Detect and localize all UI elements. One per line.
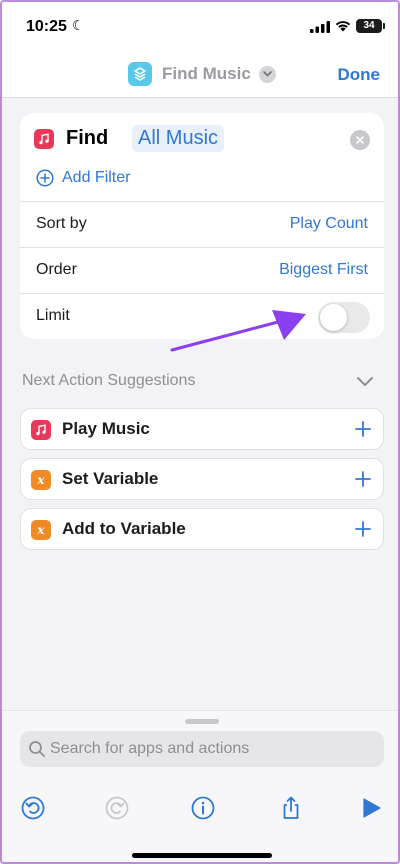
info-icon[interactable] bbox=[190, 795, 216, 821]
search-input[interactable]: Search for apps and actions bbox=[20, 731, 384, 767]
suggestion-add-to-variable[interactable]: x Add to Variable bbox=[20, 508, 384, 550]
plus-circle-icon bbox=[36, 169, 54, 187]
chevron-down-icon bbox=[258, 65, 276, 83]
plus-icon[interactable] bbox=[353, 519, 373, 539]
limit-toggle[interactable] bbox=[318, 302, 370, 333]
suggestions-heading: Next Action Suggestions bbox=[22, 372, 196, 389]
suggestion-set-variable[interactable]: x Set Variable bbox=[20, 458, 384, 500]
sort-by-row[interactable]: Sort by Play Count bbox=[20, 201, 384, 247]
annotation-arrow-icon bbox=[170, 310, 306, 352]
plus-icon[interactable] bbox=[353, 419, 373, 439]
home-indicator bbox=[132, 853, 272, 858]
moon-icon: ☾ bbox=[72, 17, 85, 33]
music-source-token[interactable]: All Music bbox=[132, 125, 225, 152]
sort-by-label: Sort by bbox=[36, 215, 87, 232]
suggestion-label: Add to Variable bbox=[62, 519, 186, 538]
done-button[interactable]: Done bbox=[338, 65, 381, 85]
sheet-grabber[interactable] bbox=[185, 719, 219, 724]
sort-by-value[interactable]: Play Count bbox=[290, 215, 368, 233]
battery-icon: 34 bbox=[356, 19, 385, 33]
remove-action-button[interactable] bbox=[350, 130, 370, 150]
shortcut-title-menu[interactable]: Find Music bbox=[128, 61, 276, 87]
wifi-icon bbox=[335, 21, 351, 32]
add-filter-label: Add Filter bbox=[62, 169, 131, 186]
find-header: Find All Music Add Filter bbox=[20, 113, 384, 201]
undo-icon[interactable] bbox=[20, 795, 46, 821]
suggestion-play-music[interactable]: Play Music bbox=[20, 408, 384, 450]
status-time: 10:25 bbox=[26, 18, 67, 35]
chevron-down-icon[interactable] bbox=[356, 374, 374, 388]
variable-icon: x bbox=[31, 520, 51, 540]
limit-label: Limit bbox=[36, 307, 70, 324]
toggle-knob bbox=[320, 304, 347, 331]
music-note-icon bbox=[31, 420, 51, 440]
add-filter-button[interactable]: Add Filter bbox=[36, 169, 130, 187]
screen: 10:25 ☾ 34 Find Music Done Find All Musi… bbox=[0, 0, 400, 864]
status-bar: 10:25 ☾ 34 bbox=[2, 2, 398, 52]
cellular-signal-icon bbox=[310, 21, 330, 33]
find-verb: Find bbox=[66, 127, 109, 149]
order-label: Order bbox=[36, 261, 77, 278]
run-play-icon[interactable] bbox=[358, 795, 384, 821]
order-value[interactable]: Biggest First bbox=[279, 261, 368, 279]
plus-icon[interactable] bbox=[353, 469, 373, 489]
search-placeholder: Search for apps and actions bbox=[50, 740, 250, 757]
action-search-sheet: Search for apps and actions bbox=[2, 710, 398, 862]
search-icon bbox=[29, 741, 45, 757]
shortcuts-app-icon bbox=[128, 62, 152, 86]
music-app-icon bbox=[34, 129, 54, 149]
suggestion-label: Set Variable bbox=[62, 469, 159, 488]
share-icon[interactable] bbox=[278, 795, 304, 821]
redo-icon[interactable] bbox=[104, 795, 130, 821]
variable-icon: x bbox=[31, 470, 51, 490]
suggestion-label: Play Music bbox=[62, 419, 150, 438]
order-row[interactable]: Order Biggest First bbox=[20, 247, 384, 293]
navigation-bar: Find Music Done bbox=[2, 52, 398, 98]
shortcut-title: Find Music bbox=[162, 64, 251, 83]
close-icon bbox=[356, 136, 364, 144]
